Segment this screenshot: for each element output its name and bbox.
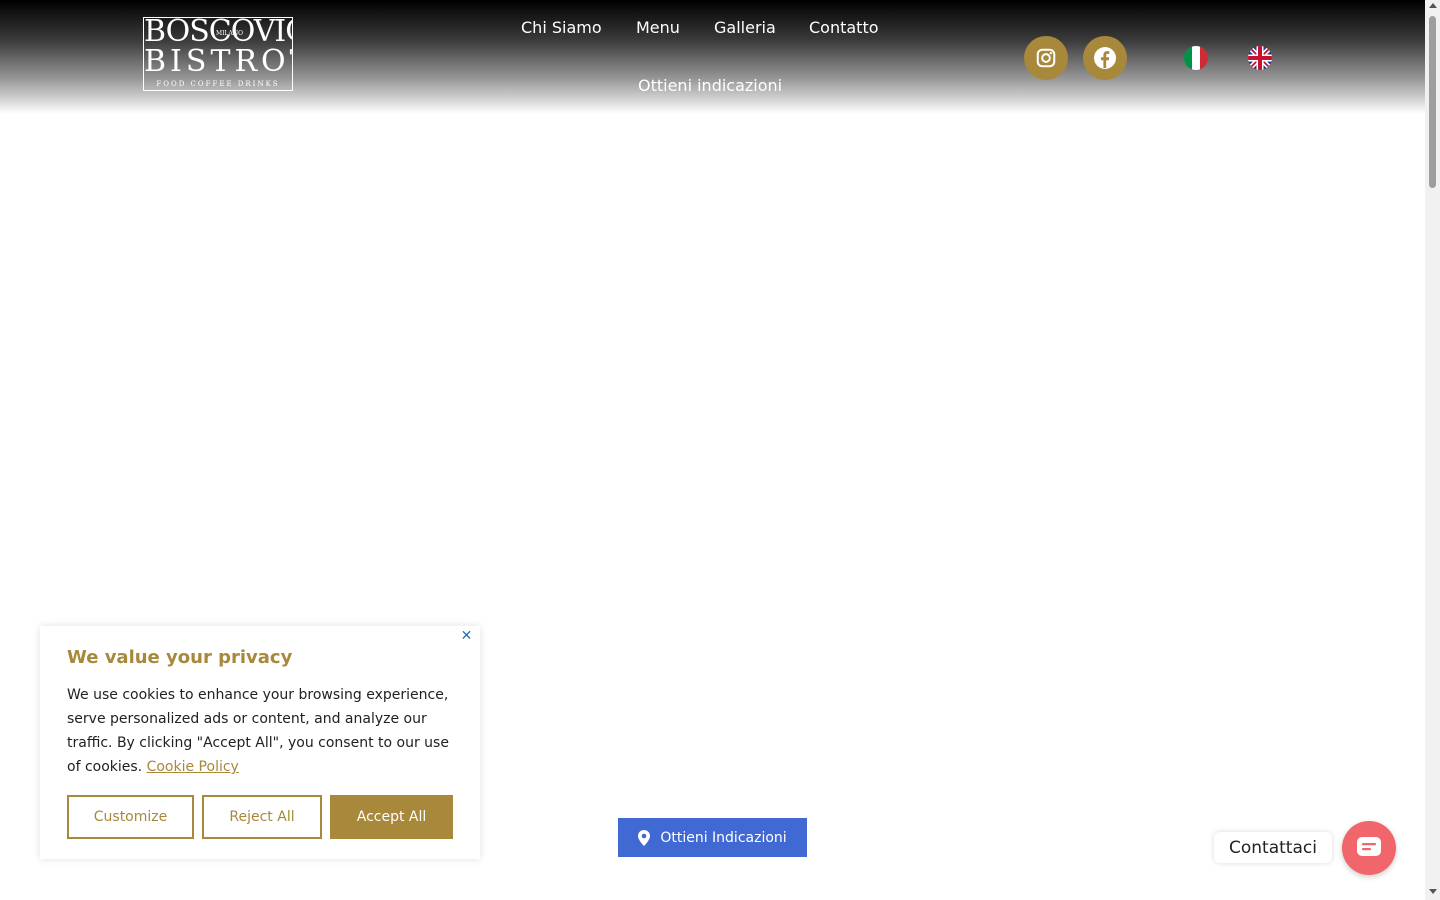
italy-flag-icon[interactable] xyxy=(1184,46,1208,70)
site-header: BOSCOVICH MILANO BISTROT FOOD COFFEE DRI… xyxy=(0,0,1425,114)
uk-flag-graphic xyxy=(1248,46,1272,70)
customize-button[interactable]: Customize xyxy=(67,795,194,839)
instagram-icon xyxy=(1036,48,1056,68)
nav-menu[interactable]: Menu xyxy=(636,18,680,37)
nav-chi-siamo[interactable]: Chi Siamo xyxy=(521,18,602,37)
cookie-consent-banner: ✕ We value your privacy We use cookies t… xyxy=(40,626,480,859)
contact-label[interactable]: Contattaci xyxy=(1214,832,1332,863)
facebook-button[interactable] xyxy=(1083,36,1127,80)
cookie-title: We value your privacy xyxy=(67,647,293,668)
facebook-icon xyxy=(1094,47,1116,69)
close-icon[interactable]: ✕ xyxy=(460,629,473,643)
scroll-up-arrow-icon[interactable] xyxy=(1429,3,1437,8)
nav-contatto[interactable]: Contatto xyxy=(809,18,879,37)
instagram-button[interactable] xyxy=(1024,36,1068,80)
contact-button[interactable] xyxy=(1342,821,1396,875)
cookie-description: We use cookies to enhance your browsing … xyxy=(67,687,449,775)
chat-icon xyxy=(1357,837,1381,856)
scrollbar-thumb[interactable] xyxy=(1429,16,1436,188)
cookie-text: We use cookies to enhance your browsing … xyxy=(67,683,459,779)
main-nav: Chi Siamo Menu Galleria Contatto Ottieni… xyxy=(0,0,1425,114)
page-scrollbar[interactable] xyxy=(1425,0,1440,900)
map-pin-icon xyxy=(638,829,651,846)
reject-all-button[interactable]: Reject All xyxy=(202,795,322,839)
get-directions-button[interactable]: Ottieni Indicazioni xyxy=(618,818,807,857)
cookie-policy-link[interactable]: Cookie Policy xyxy=(147,759,239,775)
nav-galleria[interactable]: Galleria xyxy=(714,18,776,37)
scroll-down-arrow-icon[interactable] xyxy=(1429,889,1437,894)
get-directions-label: Ottieni Indicazioni xyxy=(660,829,787,846)
nav-ottieni-indicazioni[interactable]: Ottieni indicazioni xyxy=(638,76,782,95)
accept-all-button[interactable]: Accept All xyxy=(330,795,453,839)
uk-flag-icon[interactable] xyxy=(1248,46,1272,70)
